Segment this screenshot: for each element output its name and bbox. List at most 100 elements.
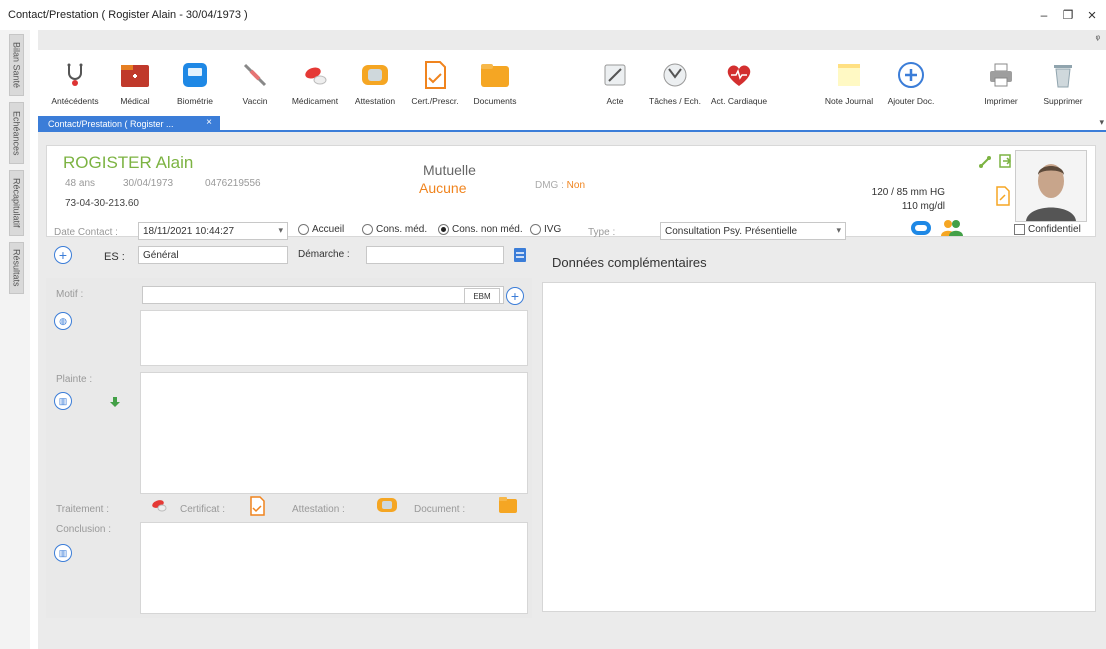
dmg-status: DMG : Non [535,180,585,191]
add-motif-button[interactable]: + [506,287,524,305]
supprimer-button[interactable]: Supprimer [1034,54,1092,118]
side-tab-resultats[interactable]: Résultats [9,242,24,294]
patient-photo [1015,150,1087,222]
date-contact-input[interactable]: 18/11/2021 10:44:27 ▾ [138,222,288,240]
conclusion-library-icon[interactable]: ▥ [54,544,72,562]
ebm-button[interactable]: EBM [464,288,500,304]
toolbar-label: Imprimer [984,96,1018,106]
vaccin-button[interactable]: Vaccin [226,54,284,118]
certificat-small-icon[interactable] [248,496,266,519]
tab-close-icon[interactable]: × [206,117,212,128]
close-button[interactable]: × [1082,6,1102,24]
toolbar: Antécédents Médical Biométrie Vaccin Méd… [38,50,1106,124]
medical-folder-icon [120,60,150,90]
tab-contact-prestation[interactable]: Contact/Prestation ( Rogister ... × [38,116,220,132]
traitement-label: Traitement : [56,504,109,515]
type-select[interactable]: Consultation Psy. Présentielle ▾ [660,222,846,240]
blood-pressure: 120 / 85 mm HG [871,187,945,198]
act-cardiaque-button[interactable]: Act. Cardiaque [710,54,768,118]
add-es-button[interactable]: + [54,246,72,264]
documents-folder-icon [480,60,510,90]
medical-button[interactable]: Médical [106,54,164,118]
certificate-icon [360,60,390,90]
cert-prescr-button[interactable]: Cert./Prescr. [406,54,464,118]
add-doc-icon [896,60,926,90]
radio-label: Cons. non méd. [452,224,523,235]
radio-dot [298,224,309,235]
toolbar-label: Act. Cardiaque [710,96,768,106]
side-tab-echeances[interactable]: Echéances [9,102,24,164]
motif-input[interactable] [142,286,504,304]
document-small-icon[interactable] [498,496,518,517]
minimize-button[interactable]: – [1034,6,1054,24]
conclusion-label: Conclusion : [56,524,112,535]
conclusion-textarea[interactable] [140,522,528,614]
es-value: Général [143,249,179,261]
donnees-complementaires-title: Données complémentaires [552,255,707,270]
type-label: Type : [588,227,616,238]
people-icon[interactable] [940,219,964,240]
type-value: Consultation Psy. Présentielle [665,225,798,237]
antecedents-button[interactable]: Antécédents [46,54,104,118]
patient-birthdate: 30/04/1973 [123,178,174,189]
stethoscope-icon [60,60,90,90]
tab-menu-icon[interactable]: ▾ [1099,117,1104,128]
radio-ivg[interactable]: IVG [530,224,561,235]
pin-icon[interactable]: ᵠ [1096,34,1100,45]
acte-button[interactable]: Acte [586,54,644,118]
ajouter-doc-button[interactable]: Ajouter Doc. [882,54,940,118]
patient-age: 48 ans [65,178,96,189]
restore-button[interactable]: ❐ [1058,6,1078,24]
demarche-input[interactable] [366,246,504,264]
radio-accueil[interactable]: Accueil [298,224,344,235]
medicament-small-icon[interactable] [150,496,168,517]
motif-textarea[interactable] [140,310,528,366]
taches-button[interactable]: Tâches / Ech. [646,54,704,118]
attestation-small-icon[interactable] [376,496,398,517]
confidentiel-checkbox[interactable]: Confidentiel [1014,224,1081,235]
cloud-icon[interactable] [910,219,932,240]
window-title: Contact/Prestation ( Rogister Alain - 30… [8,9,248,21]
date-contact-label: Date Contact : [54,227,118,238]
trash-icon [1048,60,1078,90]
chevron-down-icon: ▾ [836,225,841,235]
plainte-textarea[interactable] [140,372,528,494]
printer-icon [986,60,1016,90]
mutuelle-label: Mutuelle [423,162,476,178]
imprimer-button[interactable]: Imprimer [972,54,1030,118]
pills-icon [300,60,330,90]
date-contact-value: 18/11/2021 10:44:27 [143,225,235,237]
es-input[interactable]: Général [138,246,288,264]
note-icon [834,60,864,90]
left-form-panel: Motif : EBM + ◍ Plainte : ▥ Traitement :… [46,278,532,618]
documents-button[interactable]: Documents [466,54,524,118]
attestation-button[interactable]: Attestation [346,54,404,118]
toolbar-label: Ajouter Doc. [887,96,935,106]
side-tab-bilan[interactable]: Bilan Santé [9,34,24,96]
radio-cons-med[interactable]: Cons. méd. [362,224,427,235]
radio-cons-non-med[interactable]: Cons. non méd. [438,224,523,235]
note-journal-button[interactable]: Note Journal [820,54,878,118]
biometrie-button[interactable]: Biométrie [166,54,224,118]
toolbar-label: Attestation [354,96,396,106]
green-arrow-down-icon[interactable] [110,396,120,411]
list-icon[interactable] [513,247,527,266]
export-doc-icon[interactable] [999,154,1013,171]
toolbar-label: Médicament [291,96,339,106]
toolbar-label: Médical [120,96,150,106]
dmg-value: Non [566,180,586,191]
plainte-library-icon[interactable]: ▥ [54,392,72,410]
patient-national-number: 73-04-30-213.60 [65,198,139,209]
edit-doc-icon[interactable] [995,186,1011,209]
side-tab-recapitulatif[interactable]: Récapitulatif [9,170,24,236]
tasks-icon [660,60,690,90]
donnees-complementaires-panel[interactable] [542,282,1096,612]
toolbar-label: Vaccin [242,96,268,106]
side-tab-label: Bilan Santé [11,41,22,89]
checkbox-box [1014,224,1025,235]
medicament-button[interactable]: Médicament [286,54,344,118]
tab-label: Contact/Prestation ( Rogister ... [48,119,174,129]
toolbar-label: Supprimer [1043,96,1083,106]
motif-history-icon[interactable]: ◍ [54,312,72,330]
link-icon[interactable] [979,156,991,171]
